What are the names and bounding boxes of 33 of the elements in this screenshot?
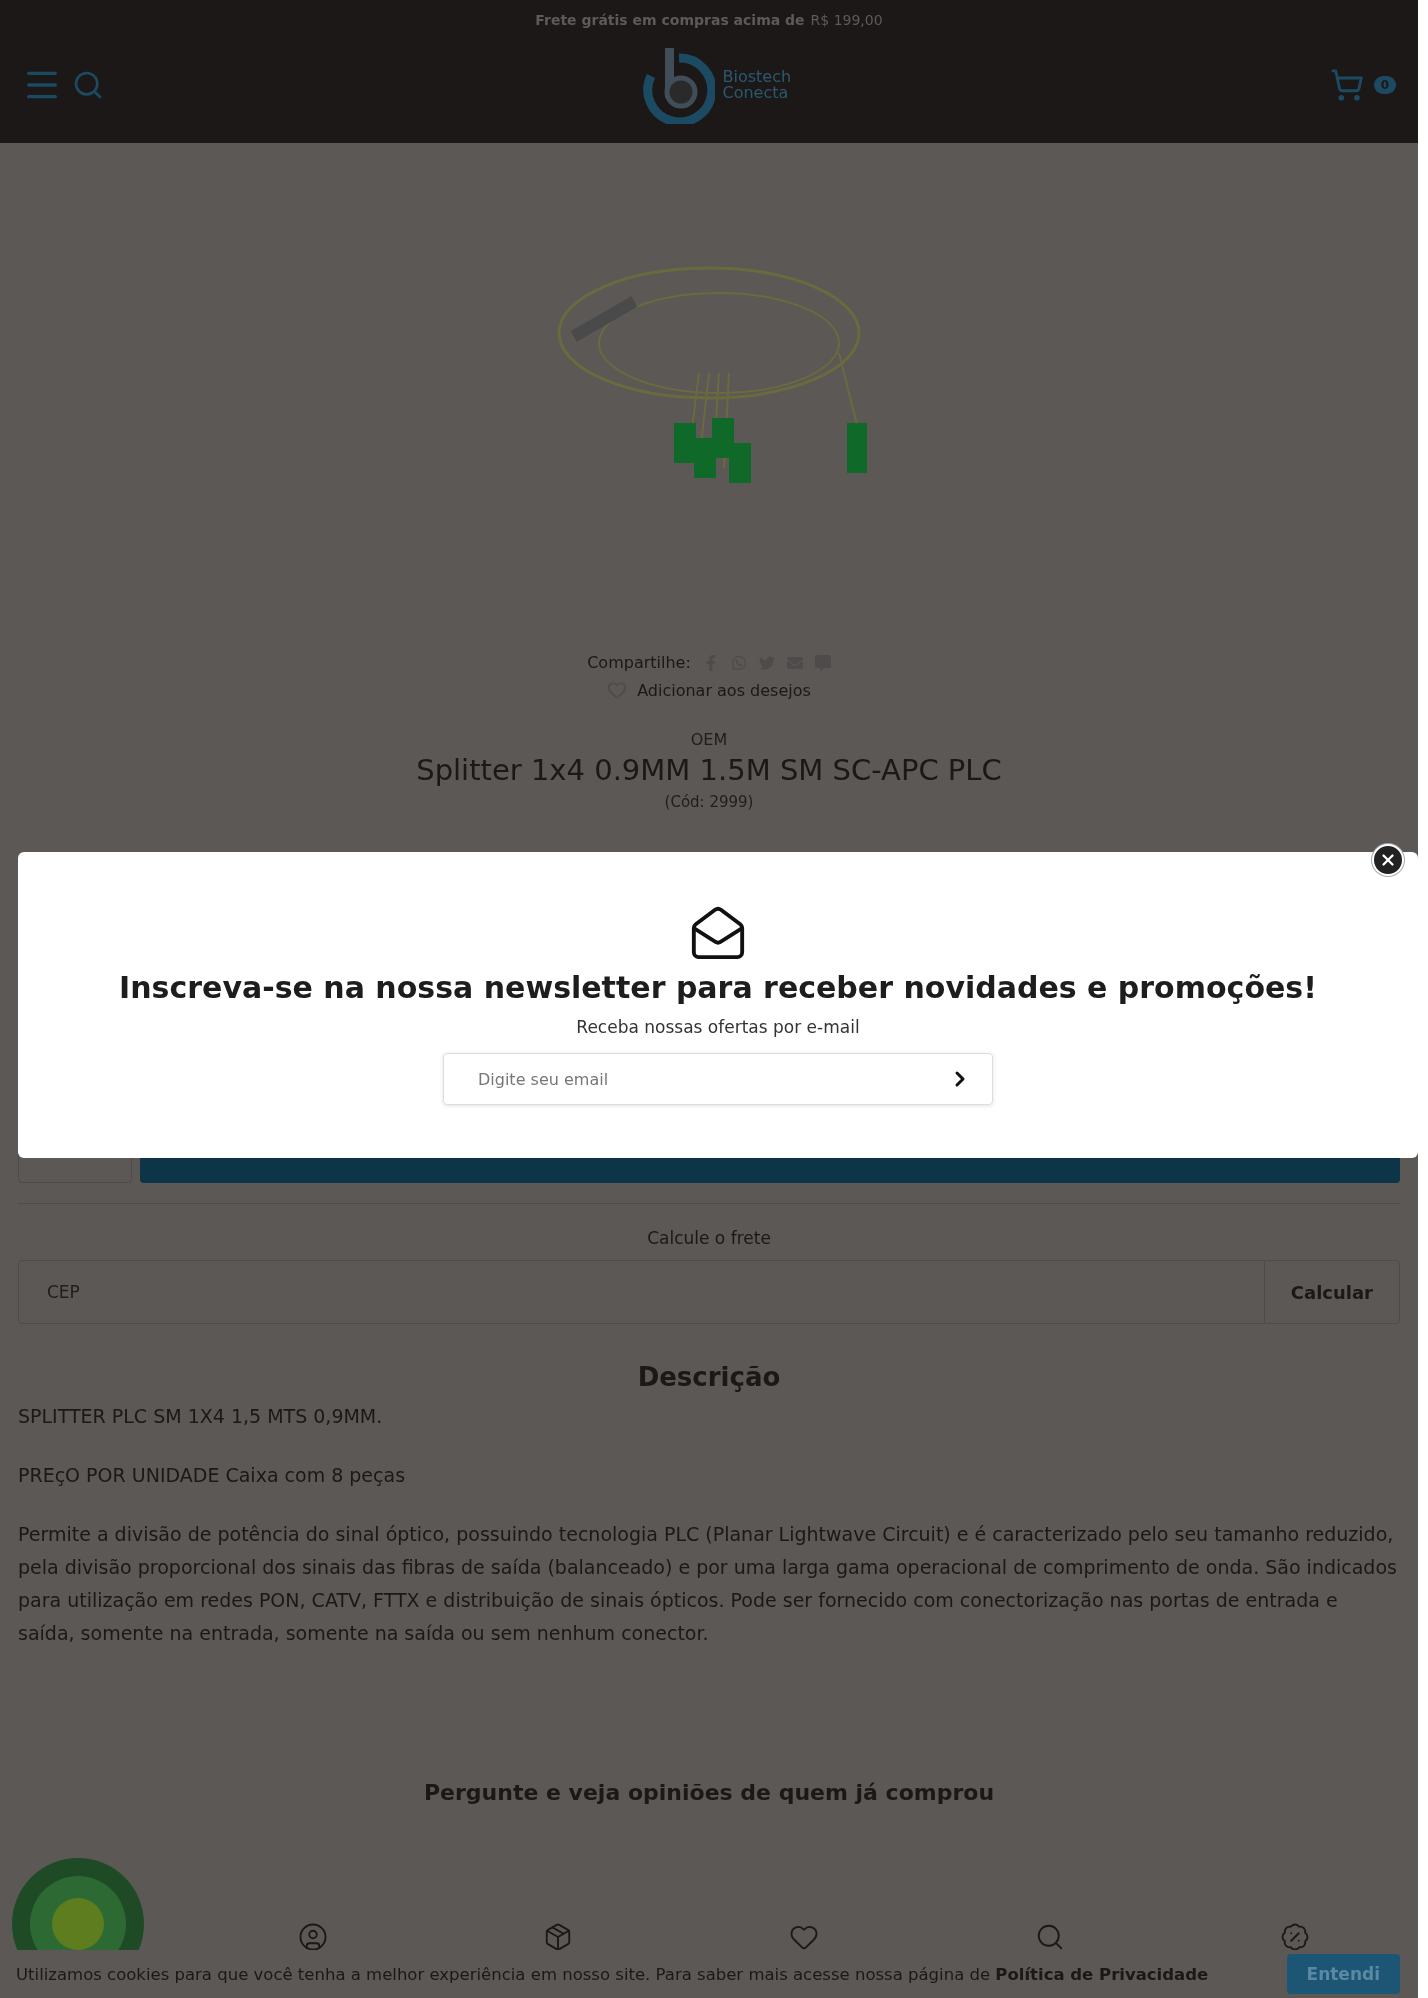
search-icon[interactable] xyxy=(72,69,104,101)
product-title: Splitter 1x4 0.9MM 1.5M SM SC-APC PLC xyxy=(416,753,1002,787)
section-heading: Pergunte e veja opiniões de quem já comprou xyxy=(423,1780,995,1805)
section-heading: Descrição xyxy=(637,1362,781,1392)
logo-text: Biostech xyxy=(722,69,792,85)
close-button[interactable] xyxy=(1372,844,1404,876)
newsletter-title: Inscreva-se na nossa newsletter para receber novidades e promoções! xyxy=(119,970,1317,1005)
percent-badge-icon[interactable] xyxy=(1280,1922,1311,1952)
zip-code-field[interactable]: CEP Calcular xyxy=(18,1260,1400,1324)
envelope-letter-icon xyxy=(689,904,747,962)
cart-icon[interactable] xyxy=(1329,68,1364,102)
close-icon xyxy=(1379,851,1397,869)
logo-text: Conecta xyxy=(722,85,790,101)
share-label: Compartilhe: xyxy=(587,653,691,672)
promo-text: Frete grátis em compras acima de xyxy=(535,12,805,28)
logo-icon xyxy=(642,46,715,124)
description-text: PREçO POR UNIDADE Caixa com 8 peças xyxy=(18,1463,407,1488)
zip-code-input[interactable]: CEP xyxy=(19,1282,1264,1302)
email-field[interactable]: Digite seu email xyxy=(443,1053,993,1105)
cookie-notice-text: Utilizamos cookies para que você tenha a melhor experiência em nosso site. Para saber mais acesse nossa página de Política de Privacidade xyxy=(16,1963,1210,1985)
description-text: Permite a divisão de potência do sinal óptico, possuindo tecnologia PLC (Planar Lightwave Circuit) e é caracterizado pelo seu tamanho reduzido, pela divisão proporcional dos sinais das fibras de saída (balanceado) e por uma larga gama operacional de comprimento de onda. São indicados para utilização em redes PON, CATV, FTTX e distribuição de sinais ópticos. Pode ser fornecido com conectorização nas portas de entrada e saída, somente na entrada, somente na saída ou sem nenhum conector. xyxy=(18,1522,1398,1646)
accept-cookies-button[interactable]: Entendi xyxy=(1286,1954,1400,1994)
description-text: SPLITTER PLC SM 1X4 1,5 MTS 0,9MM. xyxy=(18,1404,384,1429)
newsletter-subtitle: Receba nossas ofertas por e-mail xyxy=(576,1017,860,1037)
email-input[interactable]: Digite seu email xyxy=(444,1069,928,1089)
wishlist-link[interactable]: Adicionar aos desejos xyxy=(607,680,811,700)
calculate-button[interactable]: Calcular xyxy=(1263,1261,1399,1323)
cart-count: 0 xyxy=(1373,76,1396,94)
product-code: (Cód: 2999) xyxy=(664,793,754,811)
shipping-title: Calcule o frete xyxy=(647,1227,771,1250)
user-icon[interactable] xyxy=(297,1922,328,1952)
promo-amount: R$ 199,00 xyxy=(810,12,883,28)
brand-text: OEM xyxy=(690,730,728,749)
